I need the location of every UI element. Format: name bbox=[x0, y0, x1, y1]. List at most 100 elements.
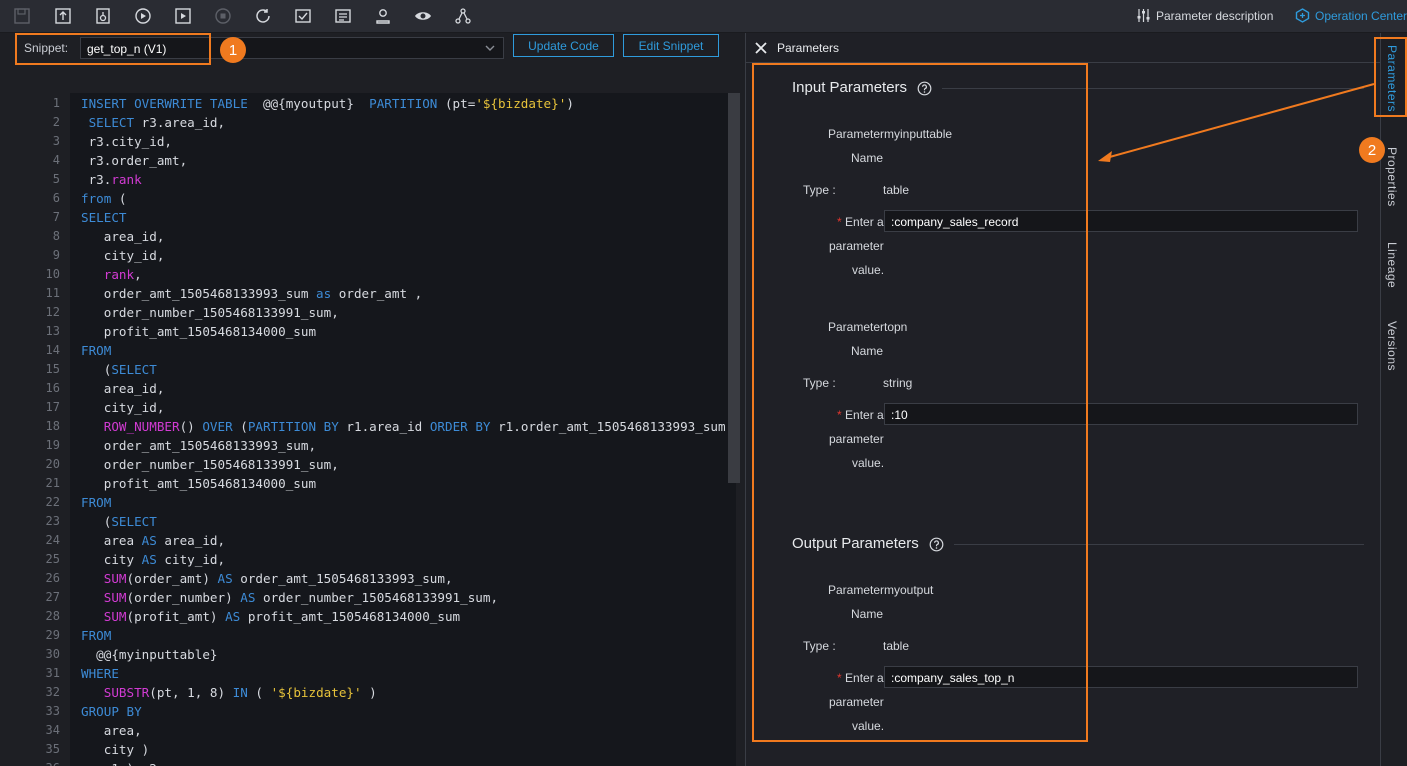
sliders-icon bbox=[1137, 9, 1150, 22]
operation-center-link[interactable]: Operation Center bbox=[1295, 8, 1407, 23]
line-number: 26 bbox=[45, 571, 60, 585]
line-number: 18 bbox=[45, 419, 60, 433]
line-number: 34 bbox=[45, 723, 60, 737]
tab-versions[interactable]: Versions bbox=[1385, 321, 1399, 371]
code-line: (SELECT bbox=[81, 362, 157, 377]
ide-window: Parameter description Operation Center S… bbox=[0, 0, 1407, 766]
code-area[interactable]: INSERT OVERWRITE TABLE @@{myoutput} PART… bbox=[70, 93, 736, 766]
line-number: 27 bbox=[45, 590, 60, 604]
line-number: 29 bbox=[45, 628, 60, 642]
code-line: city AS city_id, bbox=[81, 552, 226, 567]
parameter-description-button[interactable]: Parameter description bbox=[1136, 8, 1273, 23]
code-line: order_number_1505468133991_sum, bbox=[81, 457, 339, 472]
annotation-box-parameters bbox=[752, 63, 1088, 742]
code-line: FROM bbox=[81, 495, 112, 510]
line-number: 7 bbox=[52, 210, 60, 224]
code-line: WHERE bbox=[81, 666, 119, 681]
code-line: area AS area_id, bbox=[81, 533, 226, 548]
code-line: order_amt_1505468133993_sum as order_amt… bbox=[81, 286, 423, 301]
editor-scrollbar[interactable] bbox=[728, 93, 740, 483]
side-tabs: Parameters Properties Lineage Versions bbox=[1380, 33, 1407, 766]
line-number: 25 bbox=[45, 552, 60, 566]
deploy-icon[interactable] bbox=[94, 7, 112, 25]
line-number: 32 bbox=[45, 685, 60, 699]
operation-center-icon bbox=[1295, 8, 1310, 23]
reload-icon[interactable] bbox=[254, 7, 272, 25]
line-number: 36 bbox=[0, 761, 60, 766]
code-line: order_amt_1505468133993_sum, bbox=[81, 438, 317, 453]
code-line: ROW_NUMBER() OVER (PARTITION BY r1.area_… bbox=[103, 419, 726, 434]
preview-icon[interactable] bbox=[414, 7, 432, 25]
line-number: 10 bbox=[45, 267, 60, 281]
annotation-arrow bbox=[1098, 83, 1375, 162]
format-icon[interactable] bbox=[294, 7, 312, 25]
code-line: rank, bbox=[103, 267, 142, 282]
code-line: SUM(order_number) AS order_number_150546… bbox=[103, 590, 499, 605]
update-code-button[interactable]: Update Code bbox=[513, 34, 614, 57]
line-number: 17 bbox=[45, 400, 60, 414]
annotation-box-snippet bbox=[15, 33, 211, 65]
line-number: 35 bbox=[45, 742, 60, 756]
line-number: 23 bbox=[45, 514, 60, 528]
line-number: 5 bbox=[52, 172, 60, 186]
save-icon[interactable] bbox=[13, 7, 31, 25]
line-number: 21 bbox=[45, 476, 60, 490]
code-line: r3.city_id, bbox=[81, 134, 172, 149]
run-icon[interactable] bbox=[134, 7, 152, 25]
code-line: area, bbox=[81, 723, 142, 738]
line-number: 11 bbox=[45, 286, 60, 300]
code-line: from ( bbox=[81, 191, 127, 206]
lineage-icon[interactable] bbox=[454, 7, 472, 25]
tab-lineage[interactable]: Lineage bbox=[1385, 242, 1399, 288]
code-line: profit_amt_1505468134000_sum bbox=[81, 324, 317, 339]
code-line: city_id, bbox=[81, 400, 165, 415]
code-line: (SELECT bbox=[81, 514, 157, 529]
code-line: city ) bbox=[81, 742, 150, 757]
stop-icon[interactable] bbox=[214, 7, 232, 25]
line-number: 6 bbox=[52, 191, 60, 205]
parameter-description-label: Parameter description bbox=[1156, 8, 1274, 23]
line-number-gutter: 1 2 3 4 5 6 7 8 9 10 11 12 13 14 15 16 17 18 19 20 21 22 23 24 2… bbox=[0, 93, 70, 766]
code-line: city_id, bbox=[81, 248, 165, 263]
close-icon[interactable] bbox=[754, 41, 768, 55]
line-number: 12 bbox=[45, 305, 60, 319]
line-number: 19 bbox=[45, 438, 60, 452]
logs-icon[interactable] bbox=[334, 7, 352, 25]
line-number: 8 bbox=[52, 229, 60, 243]
code-line: SUBSTR(pt, 1, 8) IN ( '${bizdate}' ) bbox=[103, 685, 377, 700]
line-number: 28 bbox=[45, 609, 60, 623]
line-number: 14 bbox=[45, 343, 60, 357]
code-editor[interactable]: 1 2 3 4 5 6 7 8 9 10 11 12 13 14 15 16 17 18 19 20 21 22 23 24 2… bbox=[0, 93, 745, 766]
chevron-down-icon bbox=[485, 45, 495, 51]
run-with-params-icon[interactable] bbox=[174, 7, 192, 25]
line-number: 31 bbox=[45, 666, 60, 680]
line-number: 1 bbox=[52, 96, 60, 110]
line-number: 9 bbox=[52, 248, 60, 262]
code-line: FROM bbox=[81, 628, 112, 643]
operation-center-label: Operation Center bbox=[1315, 8, 1407, 23]
user-icon[interactable] bbox=[374, 7, 392, 25]
line-number: 3 bbox=[52, 134, 60, 148]
code-line: FROM bbox=[81, 343, 112, 358]
code-line: @@{myinputtable} bbox=[81, 647, 218, 662]
code-line: r3.rank bbox=[81, 172, 142, 187]
toolbar: Parameter description Operation Center bbox=[0, 0, 1407, 33]
code-line: SELECT r3.area_id, bbox=[88, 115, 226, 130]
line-number: 13 bbox=[45, 324, 60, 338]
panel-title: Parameters bbox=[777, 41, 840, 55]
line-number: 30 bbox=[45, 647, 60, 661]
code-line: profit_amt_1505468134000_sum bbox=[81, 476, 317, 491]
edit-snippet-button[interactable]: Edit Snippet bbox=[623, 34, 719, 57]
line-number: 4 bbox=[52, 153, 60, 167]
code-line: GROUP BY bbox=[81, 704, 142, 719]
line-number: 2 bbox=[52, 115, 60, 129]
line-number: 20 bbox=[45, 457, 60, 471]
submit-icon[interactable] bbox=[54, 7, 72, 25]
line-number: 33 bbox=[45, 704, 60, 718]
code-line: INSERT OVERWRITE TABLE @@{myoutput} PART… bbox=[81, 96, 574, 111]
line-number: 22 bbox=[45, 495, 60, 509]
panel-header: Parameters bbox=[746, 33, 1380, 63]
annotation-badge-1: 1 bbox=[220, 37, 246, 63]
code-line: area_id, bbox=[81, 381, 165, 396]
tab-properties[interactable]: Properties bbox=[1385, 147, 1399, 207]
